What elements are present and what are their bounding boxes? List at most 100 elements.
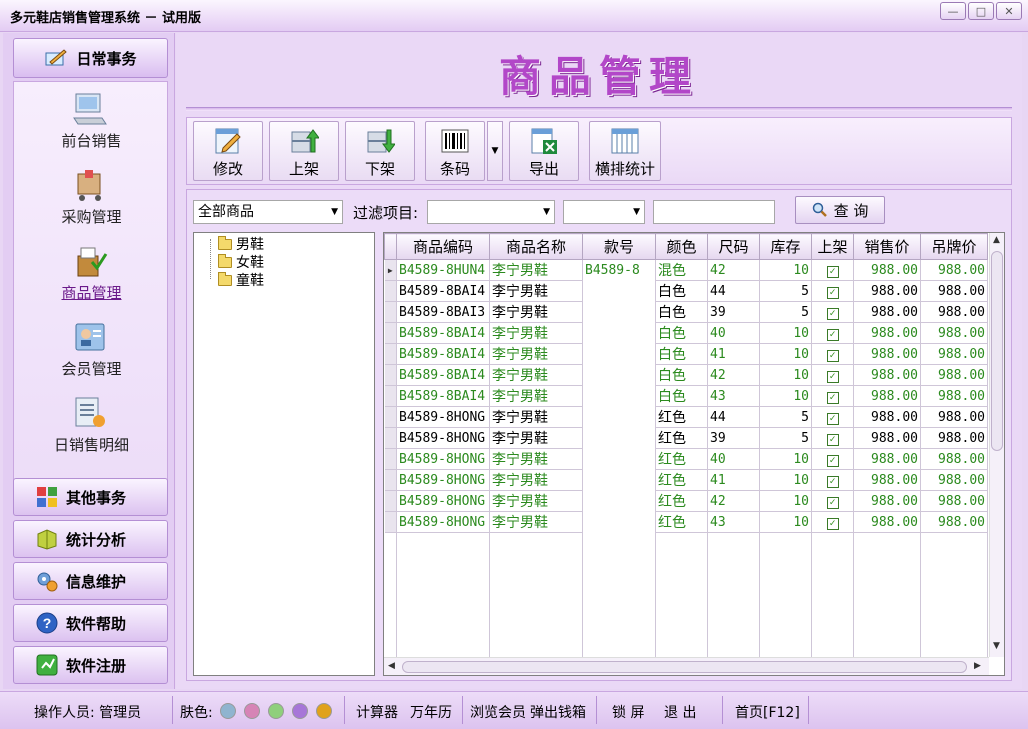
filter-operator-select[interactable]: ▼	[563, 200, 645, 224]
table-row[interactable]: B4589-8BAI4 李宁男鞋 白色 43 10 ✓ 988.00 988.00	[384, 385, 988, 407]
scroll-down-icon[interactable]: ▼	[993, 641, 1000, 651]
on-shelf-checkbox[interactable]: ✓	[826, 286, 839, 299]
column-header[interactable]: 尺码	[707, 233, 760, 260]
barcode-button[interactable]: 条码	[425, 121, 485, 181]
vertical-scroll-thumb[interactable]	[991, 251, 1003, 451]
scroll-right-icon[interactable]: ▶	[974, 661, 981, 671]
barcode-dropdown-button[interactable]: ▼	[487, 121, 503, 181]
category-select[interactable]: 全部商品 ▼	[193, 200, 343, 224]
scroll-up-icon[interactable]: ▲	[993, 235, 1000, 245]
category-software-help[interactable]: ? 软件帮助	[13, 604, 168, 642]
on-shelf-checkbox[interactable]: ✓	[826, 370, 839, 383]
on-shelf-checkbox[interactable]: ✓	[826, 412, 839, 425]
nav-front-sales[interactable]: 前台销售	[14, 86, 169, 156]
scroll-left-icon[interactable]: ◀	[388, 661, 395, 671]
cell-on-shelf[interactable]: ✓	[811, 490, 854, 512]
tree-node-kids[interactable]: 童鞋	[218, 271, 264, 289]
cell-on-shelf[interactable]: ✓	[811, 448, 854, 470]
column-header[interactable]: 款号	[582, 233, 656, 260]
table-row[interactable]: B4589-8HONG 李宁男鞋 红色 40 10 ✓ 988.00 988.00	[384, 448, 988, 470]
skin-swatch[interactable]	[244, 703, 260, 719]
on-shelf-checkbox[interactable]: ✓	[826, 307, 839, 320]
column-header[interactable]: 商品名称	[489, 233, 583, 260]
cash-drawer-button[interactable]: 弹出钱箱	[530, 702, 586, 722]
shelf-off-button[interactable]: 下架	[345, 121, 415, 181]
cell-on-shelf[interactable]: ✓	[811, 511, 854, 533]
goods-table[interactable]: 商品编码 商品名称 款号 颜色 尺码 库存 上架 销售价 吊牌价 ▶ B4589-…	[383, 232, 1005, 676]
category-software-register[interactable]: 软件注册	[13, 646, 168, 684]
calendar-button[interactable]: 万年历	[410, 702, 452, 722]
close-button[interactable]: ✕	[996, 2, 1022, 20]
edit-button[interactable]: 修改	[193, 121, 263, 181]
column-header[interactable]: 库存	[759, 233, 812, 260]
browse-members-button[interactable]: 浏览会员	[470, 702, 526, 722]
table-row[interactable]: B4589-8BAI3 李宁男鞋 白色 39 5 ✓ 988.00 988.00	[384, 301, 988, 323]
cell-on-shelf[interactable]: ✓	[811, 364, 854, 386]
on-shelf-checkbox[interactable]: ✓	[826, 454, 839, 467]
nav-goods-management[interactable]: 商品管理	[14, 238, 169, 308]
cell-on-shelf[interactable]: ✓	[811, 469, 854, 491]
on-shelf-checkbox[interactable]: ✓	[826, 328, 839, 341]
home-button[interactable]: 首页[F12]	[735, 702, 800, 722]
category-tree[interactable]: 男鞋 女鞋 童鞋	[193, 232, 375, 676]
horizontal-scrollbar[interactable]: ◀ ▶	[384, 657, 989, 675]
export-button[interactable]: 导出	[509, 121, 579, 181]
cell-on-shelf[interactable]: ✓	[811, 259, 854, 281]
nav-purchase[interactable]: 采购管理	[14, 162, 169, 232]
skin-swatch[interactable]	[268, 703, 284, 719]
daily-affairs-header[interactable]: 日常事务	[13, 38, 168, 78]
calculator-button[interactable]: 计算器	[356, 702, 398, 722]
category-info-maintenance[interactable]: 信息维护	[13, 562, 168, 600]
column-header[interactable]: 商品编码	[396, 233, 490, 260]
nav-member-management[interactable]: 会员管理	[14, 314, 169, 384]
skin-swatch[interactable]	[292, 703, 308, 719]
table-row[interactable]: B4589-8BAI4 李宁男鞋 白色 44 5 ✓ 988.00 988.00	[384, 280, 988, 302]
lock-screen-button[interactable]: 锁 屏	[612, 702, 644, 722]
cell-on-shelf[interactable]: ✓	[811, 385, 854, 407]
on-shelf-checkbox[interactable]: ✓	[826, 517, 839, 530]
cell-on-shelf[interactable]: ✓	[811, 322, 854, 344]
on-shelf-checkbox[interactable]: ✓	[826, 496, 839, 509]
column-header[interactable]: 吊牌价	[920, 233, 988, 260]
table-row[interactable]: B4589-8HONG 李宁男鞋 红色 41 10 ✓ 988.00 988.00	[384, 469, 988, 491]
category-stats-analysis[interactable]: 统计分析	[13, 520, 168, 558]
cell-on-shelf[interactable]: ✓	[811, 406, 854, 428]
on-shelf-checkbox[interactable]: ✓	[826, 265, 839, 278]
cell-on-shelf[interactable]: ✓	[811, 343, 854, 365]
on-shelf-checkbox[interactable]: ✓	[826, 349, 839, 362]
on-shelf-checkbox[interactable]: ✓	[826, 391, 839, 404]
cross-stats-button[interactable]: 横排统计	[589, 121, 661, 181]
table-row[interactable]: B4589-8HONG 李宁男鞋 红色 44 5 ✓ 988.00 988.00	[384, 406, 988, 428]
filter-value-input[interactable]	[653, 200, 775, 224]
restore-button[interactable]: □	[968, 2, 994, 20]
query-button[interactable]: 查 询	[795, 196, 885, 224]
minimize-button[interactable]: —	[940, 2, 966, 20]
table-row[interactable]: ▶ B4589-8HUN4 李宁男鞋 B4589-8 混色 42 10 ✓ 988.00 988.…	[384, 259, 988, 281]
nav-daily-sales-detail[interactable]: 日销售明细	[14, 390, 169, 460]
exit-button[interactable]: 退 出	[664, 702, 696, 722]
table-row[interactable]: B4589-8HONG 李宁男鞋 红色 42 10 ✓ 988.00 988.00	[384, 490, 988, 512]
filter-field-select[interactable]: ▼	[427, 200, 555, 224]
table-row[interactable]: B4589-8HONG 李宁男鞋 红色 43 10 ✓ 988.00 988.00	[384, 511, 988, 533]
cell-on-shelf[interactable]: ✓	[811, 280, 854, 302]
shelf-on-button[interactable]: 上架	[269, 121, 339, 181]
tree-node-women[interactable]: 女鞋	[218, 253, 264, 271]
horizontal-scroll-thumb[interactable]	[402, 661, 967, 673]
skin-swatch[interactable]	[220, 703, 236, 719]
tree-node-men[interactable]: 男鞋	[218, 235, 264, 253]
vertical-scrollbar[interactable]: ▲ ▼	[989, 233, 1004, 657]
table-row[interactable]: B4589-8BAI4 李宁男鞋 白色 41 10 ✓ 988.00 988.00	[384, 343, 988, 365]
cell-on-shelf[interactable]: ✓	[811, 301, 854, 323]
on-shelf-checkbox[interactable]: ✓	[826, 475, 839, 488]
column-header[interactable]: 颜色	[655, 233, 708, 260]
column-header[interactable]: 销售价	[853, 233, 921, 260]
cell-size: 42	[707, 364, 760, 386]
category-other-affairs[interactable]: 其他事务	[13, 478, 168, 516]
column-header[interactable]: 上架	[811, 233, 854, 260]
table-row[interactable]: B4589-8BAI4 李宁男鞋 白色 40 10 ✓ 988.00 988.00	[384, 322, 988, 344]
on-shelf-checkbox[interactable]: ✓	[826, 433, 839, 446]
table-row[interactable]: B4589-8BAI4 李宁男鞋 白色 42 10 ✓ 988.00 988.00	[384, 364, 988, 386]
skin-swatch[interactable]	[316, 703, 332, 719]
cell-on-shelf[interactable]: ✓	[811, 427, 854, 449]
table-row[interactable]: B4589-8HONG 李宁男鞋 红色 39 5 ✓ 988.00 988.00	[384, 427, 988, 449]
